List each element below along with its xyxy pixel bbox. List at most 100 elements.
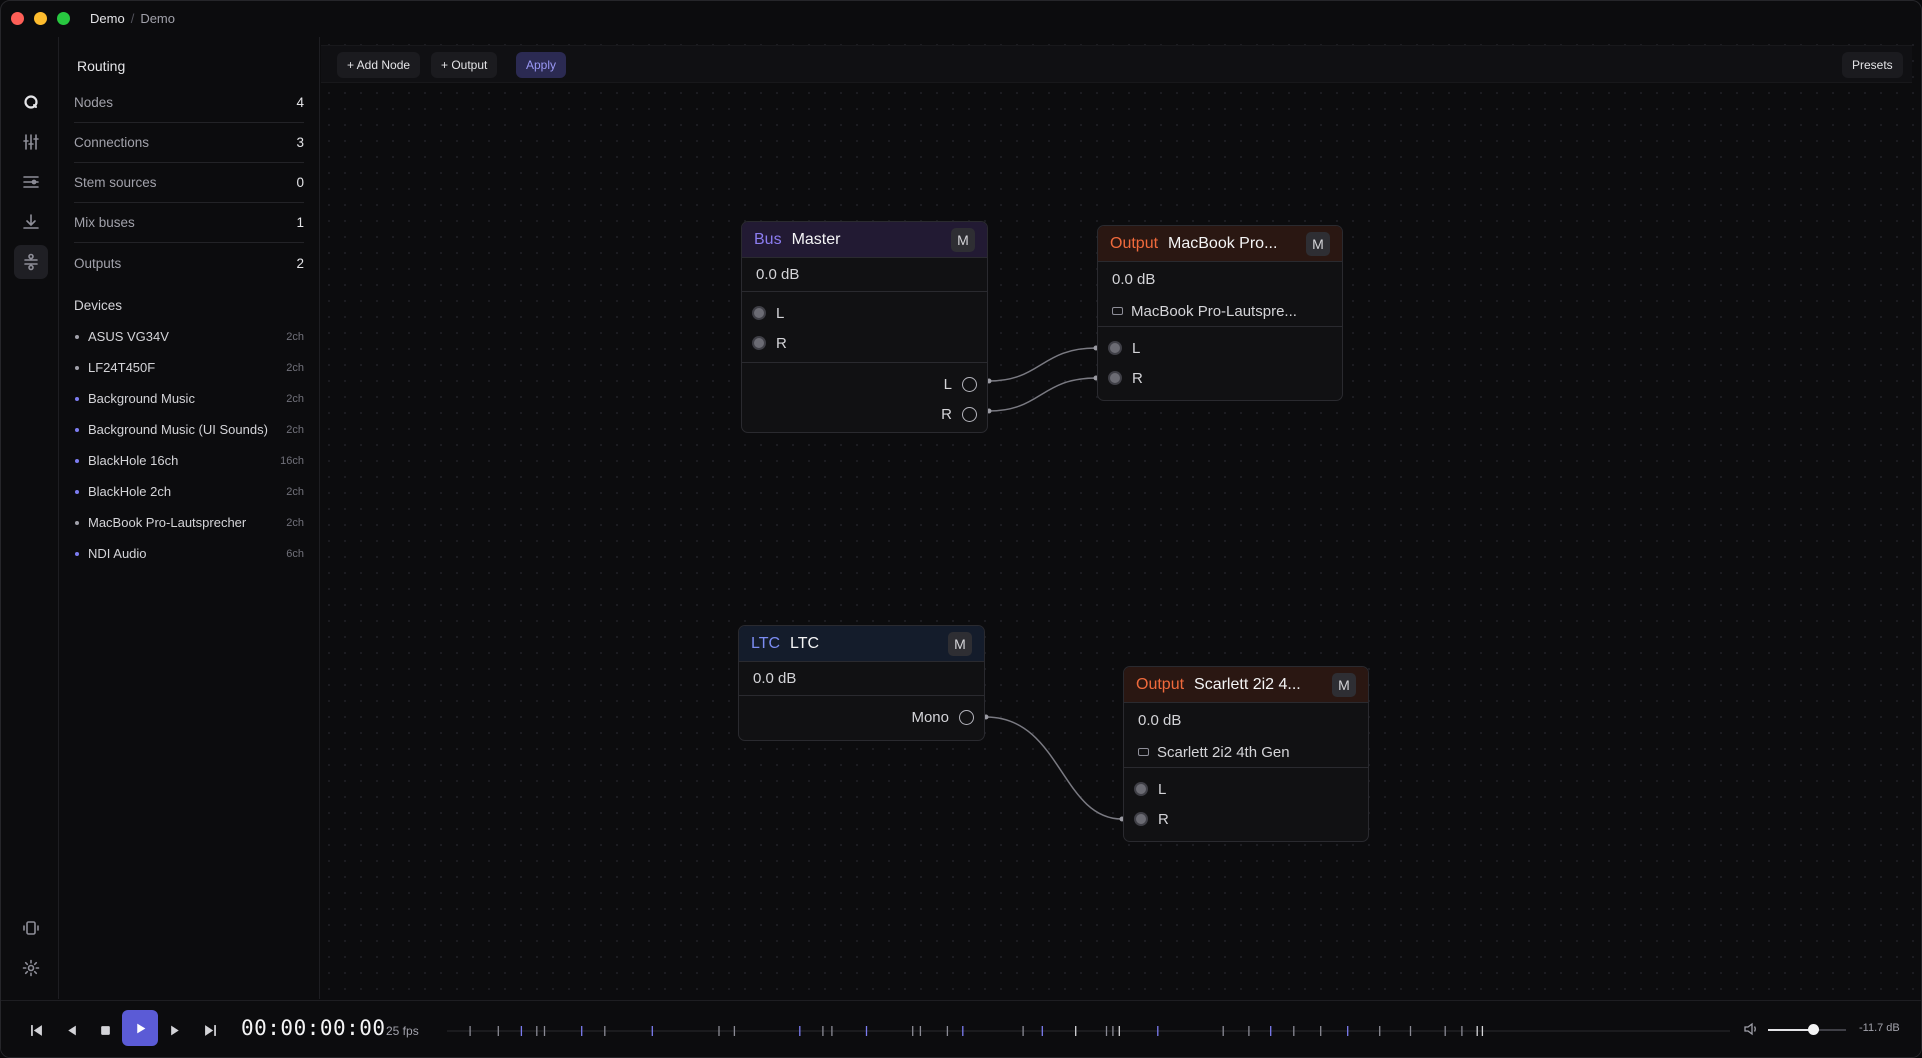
input-port-r[interactable]: R — [1098, 363, 1342, 393]
node-gain[interactable]: 0.0 dB — [742, 258, 987, 292]
stat-row-mix-buses: Mix buses 1 — [74, 203, 304, 243]
wire-master-l-to-macbook-l[interactable] — [988, 347, 1097, 382]
apply-button[interactable]: Apply — [516, 52, 567, 78]
volume-slider[interactable] — [1768, 1024, 1846, 1035]
node-gain[interactable]: 0.0 dB — [1124, 703, 1368, 737]
device-status-dot — [75, 489, 79, 494]
canvas-toolbar: + Add Node + Output Apply Presets — [321, 45, 1912, 83]
device-status-dot — [75, 458, 79, 463]
input-jack[interactable] — [752, 336, 766, 350]
input-port-r[interactable]: R — [1124, 804, 1368, 834]
breadcrumb: Demo / Demo — [90, 11, 175, 26]
device-item[interactable]: BlackHole 16ch 16ch — [74, 445, 304, 476]
output-port-mono[interactable]: Mono — [739, 702, 984, 732]
volume-slider-knob[interactable] — [1808, 1024, 1820, 1035]
close-window-button[interactable] — [11, 12, 24, 25]
stop-icon[interactable] — [92, 1017, 118, 1043]
play-button[interactable] — [122, 1010, 158, 1046]
device-channels: 16ch — [280, 454, 304, 467]
node-header[interactable]: Bus Master M — [742, 222, 987, 258]
maximize-window-button[interactable] — [57, 12, 70, 25]
node-device-select[interactable]: Scarlett 2i2 4th Gen — [1124, 737, 1368, 768]
add-output-button[interactable]: + Output — [431, 52, 498, 78]
mute-button[interactable]: M — [1332, 672, 1356, 697]
input-jack[interactable] — [752, 306, 766, 320]
logo-icon[interactable] — [14, 85, 48, 119]
device-channels: 2ch — [286, 516, 304, 529]
output-jack[interactable] — [962, 376, 977, 392]
device-name: NDI Audio — [88, 546, 147, 561]
node-header[interactable]: Output MacBook Pro... M — [1098, 226, 1342, 262]
device-name: Background Music (UI Sounds) — [88, 422, 268, 437]
node-header[interactable]: Output Scarlett 2i2 4... M — [1124, 667, 1368, 703]
filter-list-icon[interactable] — [14, 165, 48, 199]
node-device-select[interactable]: MacBook Pro-Lautspre... — [1098, 296, 1342, 327]
breadcrumb-separator: / — [130, 11, 135, 26]
device-name: ASUS VG34V — [88, 329, 169, 344]
node-bus-master[interactable]: Bus Master M 0.0 dB L R L R — [741, 221, 988, 433]
step-back-icon[interactable] — [58, 1017, 84, 1043]
output-port-r[interactable]: R — [742, 399, 987, 429]
input-jack[interactable] — [1134, 812, 1148, 826]
device-name: BlackHole 16ch — [88, 453, 179, 468]
connection-wires — [983, 345, 1125, 822]
mute-button[interactable]: M — [948, 631, 972, 656]
breadcrumb-project[interactable]: Demo — [140, 11, 175, 26]
device-item[interactable]: Background Music 2ch — [74, 383, 304, 414]
input-ports: L R — [742, 292, 987, 363]
input-port-l[interactable]: L — [1124, 774, 1368, 804]
routing-icon[interactable] — [14, 245, 48, 279]
port-label: L — [1158, 780, 1167, 798]
node-name: MacBook Pro... — [1168, 234, 1278, 252]
port-label: L — [943, 375, 952, 393]
wire-master-r-to-macbook-r[interactable] — [988, 377, 1097, 412]
device-item[interactable]: BlackHole 2ch 2ch — [74, 476, 304, 507]
step-forward-icon[interactable] — [162, 1017, 188, 1043]
mute-button[interactable]: M — [1306, 231, 1330, 256]
input-port-l[interactable]: L — [1098, 333, 1342, 363]
output-jack[interactable] — [962, 406, 977, 422]
input-port-r[interactable]: R — [742, 328, 987, 358]
breadcrumb-workspace[interactable]: Demo — [90, 11, 125, 26]
input-jack[interactable] — [1134, 782, 1148, 796]
stat-value: 2 — [296, 255, 304, 271]
volume-icon[interactable] — [1743, 1021, 1759, 1037]
node-gain[interactable]: 0.0 dB — [739, 662, 984, 696]
device-item[interactable]: Background Music (UI Sounds) 2ch — [74, 414, 304, 445]
port-label: R — [1132, 369, 1143, 387]
output-port-l[interactable]: L — [742, 369, 987, 399]
presets-button[interactable]: Presets — [1842, 52, 1903, 78]
wire-ltc-mono-to-scarlett-r[interactable] — [985, 716, 1123, 820]
port-label: Mono — [911, 708, 949, 726]
device-item[interactable]: MacBook Pro-Lautsprecher 2ch — [74, 507, 304, 538]
mixer-sliders-icon[interactable] — [14, 125, 48, 159]
input-jack[interactable] — [1108, 371, 1122, 385]
stat-label: Nodes — [74, 95, 114, 110]
stat-row-connections: Connections 3 — [74, 123, 304, 163]
input-jack[interactable] — [1108, 341, 1122, 355]
minimize-window-button[interactable] — [34, 12, 47, 25]
gear-icon[interactable] — [14, 951, 48, 985]
panel-title: Routing — [77, 58, 126, 74]
input-port-l[interactable]: L — [742, 298, 987, 328]
routing-canvas[interactable]: + Add Node + Output Apply Presets Bus Ma… — [321, 37, 1921, 999]
mute-button[interactable]: M — [951, 227, 975, 252]
output-jack[interactable] — [959, 709, 974, 725]
device-item[interactable]: NDI Audio 6ch — [74, 538, 304, 569]
skip-back-icon[interactable] — [23, 1017, 49, 1043]
timeline-scrubber[interactable] — [447, 1018, 1730, 1044]
device-item[interactable]: ASUS VG34V 2ch — [74, 321, 304, 352]
device-icon[interactable] — [14, 911, 48, 945]
node-ltc[interactable]: LTC LTC M 0.0 dB Mono — [738, 625, 985, 741]
stat-value: 1 — [296, 215, 304, 230]
node-output-macbook[interactable]: Output MacBook Pro... M 0.0 dB MacBook P… — [1097, 225, 1343, 401]
node-header[interactable]: LTC LTC M — [739, 626, 984, 662]
device-item[interactable]: LF24T450F 2ch — [74, 352, 304, 383]
add-node-button[interactable]: + Add Node — [337, 52, 421, 78]
node-gain[interactable]: 0.0 dB — [1098, 262, 1342, 296]
download-icon[interactable] — [14, 205, 48, 239]
node-output-scarlett[interactable]: Output Scarlett 2i2 4... M 0.0 dB Scarle… — [1123, 666, 1369, 842]
device-list: ASUS VG34V 2ch LF24T450F 2ch Background Mu… — [74, 321, 304, 569]
device-label: Scarlett 2i2 4th Gen — [1157, 743, 1290, 761]
skip-forward-icon[interactable] — [197, 1017, 223, 1043]
